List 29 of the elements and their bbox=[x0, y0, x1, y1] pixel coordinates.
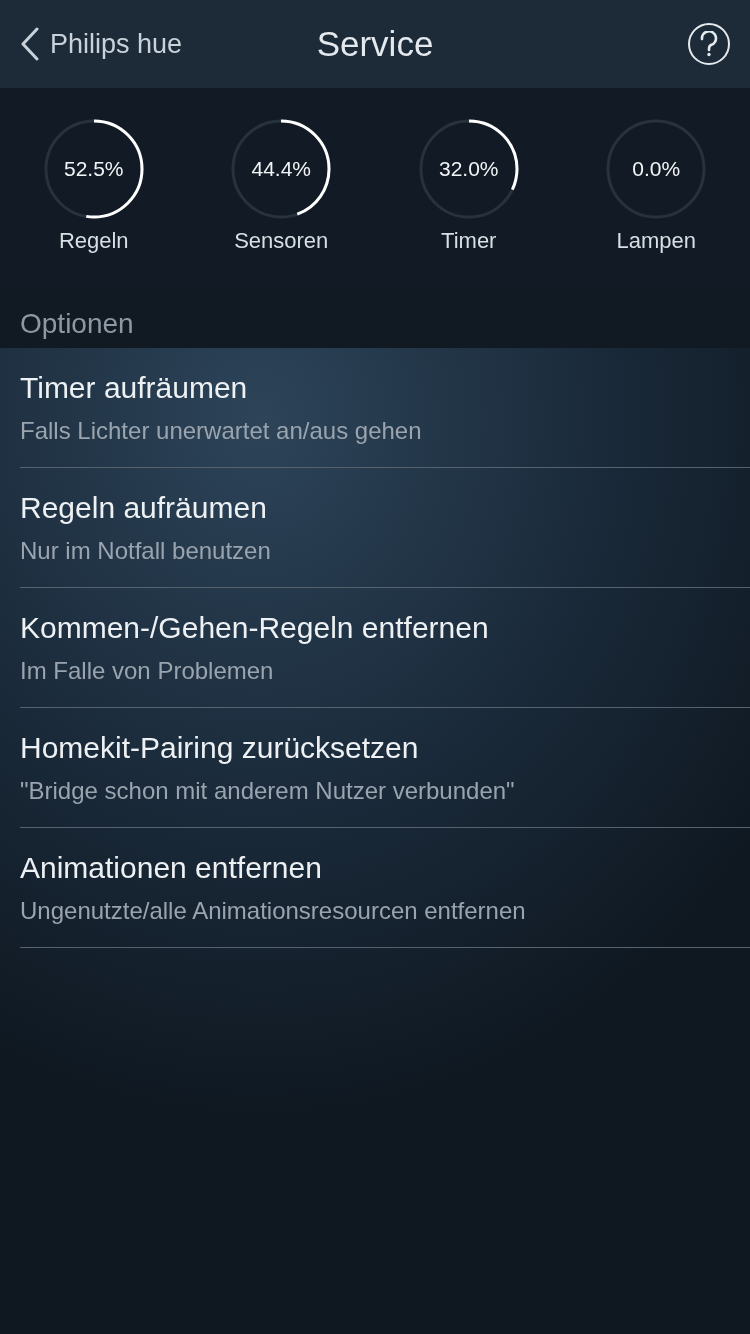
gauge-label: Lampen bbox=[616, 228, 696, 254]
percentage-value: 0.0% bbox=[632, 157, 681, 181]
gauge-label: Sensoren bbox=[234, 228, 329, 254]
option-title: Animationen entfernen bbox=[20, 850, 323, 885]
option-subtitle: "Bridge schon mit anderem Nutzer verbunden" bbox=[20, 776, 516, 805]
option-title: Timer aufräumen bbox=[20, 370, 249, 405]
help-button[interactable] bbox=[688, 23, 730, 65]
percentage-value: 44.4% bbox=[251, 157, 311, 181]
gauge-label: Regeln bbox=[58, 228, 129, 254]
option-subtitle: Ungenutzte/alle Animationsresourcen entfernen bbox=[20, 896, 527, 925]
option-title: Kommen-/Gehen-Regeln entfernen bbox=[20, 610, 490, 645]
option-row[interactable]: Homekit-Pairing zurücksetzen "Bridge schon mit anderem Nutzer verbunden" bbox=[20, 708, 750, 828]
back-button[interactable]: Philips hue bbox=[20, 27, 183, 61]
percentage-value: 32.0% bbox=[439, 157, 499, 181]
chevron-left-icon bbox=[20, 27, 40, 61]
option-row[interactable]: Kommen-/Gehen-Regeln entfernen Im Falle von Problemen bbox=[20, 588, 750, 708]
screen-title: Service bbox=[316, 24, 434, 64]
option-title: Homekit-Pairing zurücksetzen bbox=[20, 730, 420, 765]
option-subtitle: Im Falle von Problemen bbox=[20, 656, 275, 685]
section-title: Optionen bbox=[20, 308, 134, 339]
option-row[interactable]: Regeln aufräumen Nur im Notfall benutzen bbox=[20, 468, 750, 588]
option-subtitle: Falls Lichter unerwartet an/aus gehen bbox=[20, 416, 423, 445]
option-subtitle: Nur im Notfall benutzen bbox=[20, 536, 272, 565]
percentage-value: 52.5% bbox=[64, 157, 124, 181]
option-title: Regeln aufräumen bbox=[20, 490, 268, 525]
option-row[interactable]: Animationen entfernen Ungenutzte/alle Animationsresourcen entfernen bbox=[20, 828, 750, 948]
option-row[interactable]: Timer aufräumen Falls Lichter unerwartet an/aus gehen bbox=[20, 348, 750, 468]
gauge-label: Timer bbox=[441, 228, 497, 254]
question-mark-icon bbox=[700, 31, 718, 57]
